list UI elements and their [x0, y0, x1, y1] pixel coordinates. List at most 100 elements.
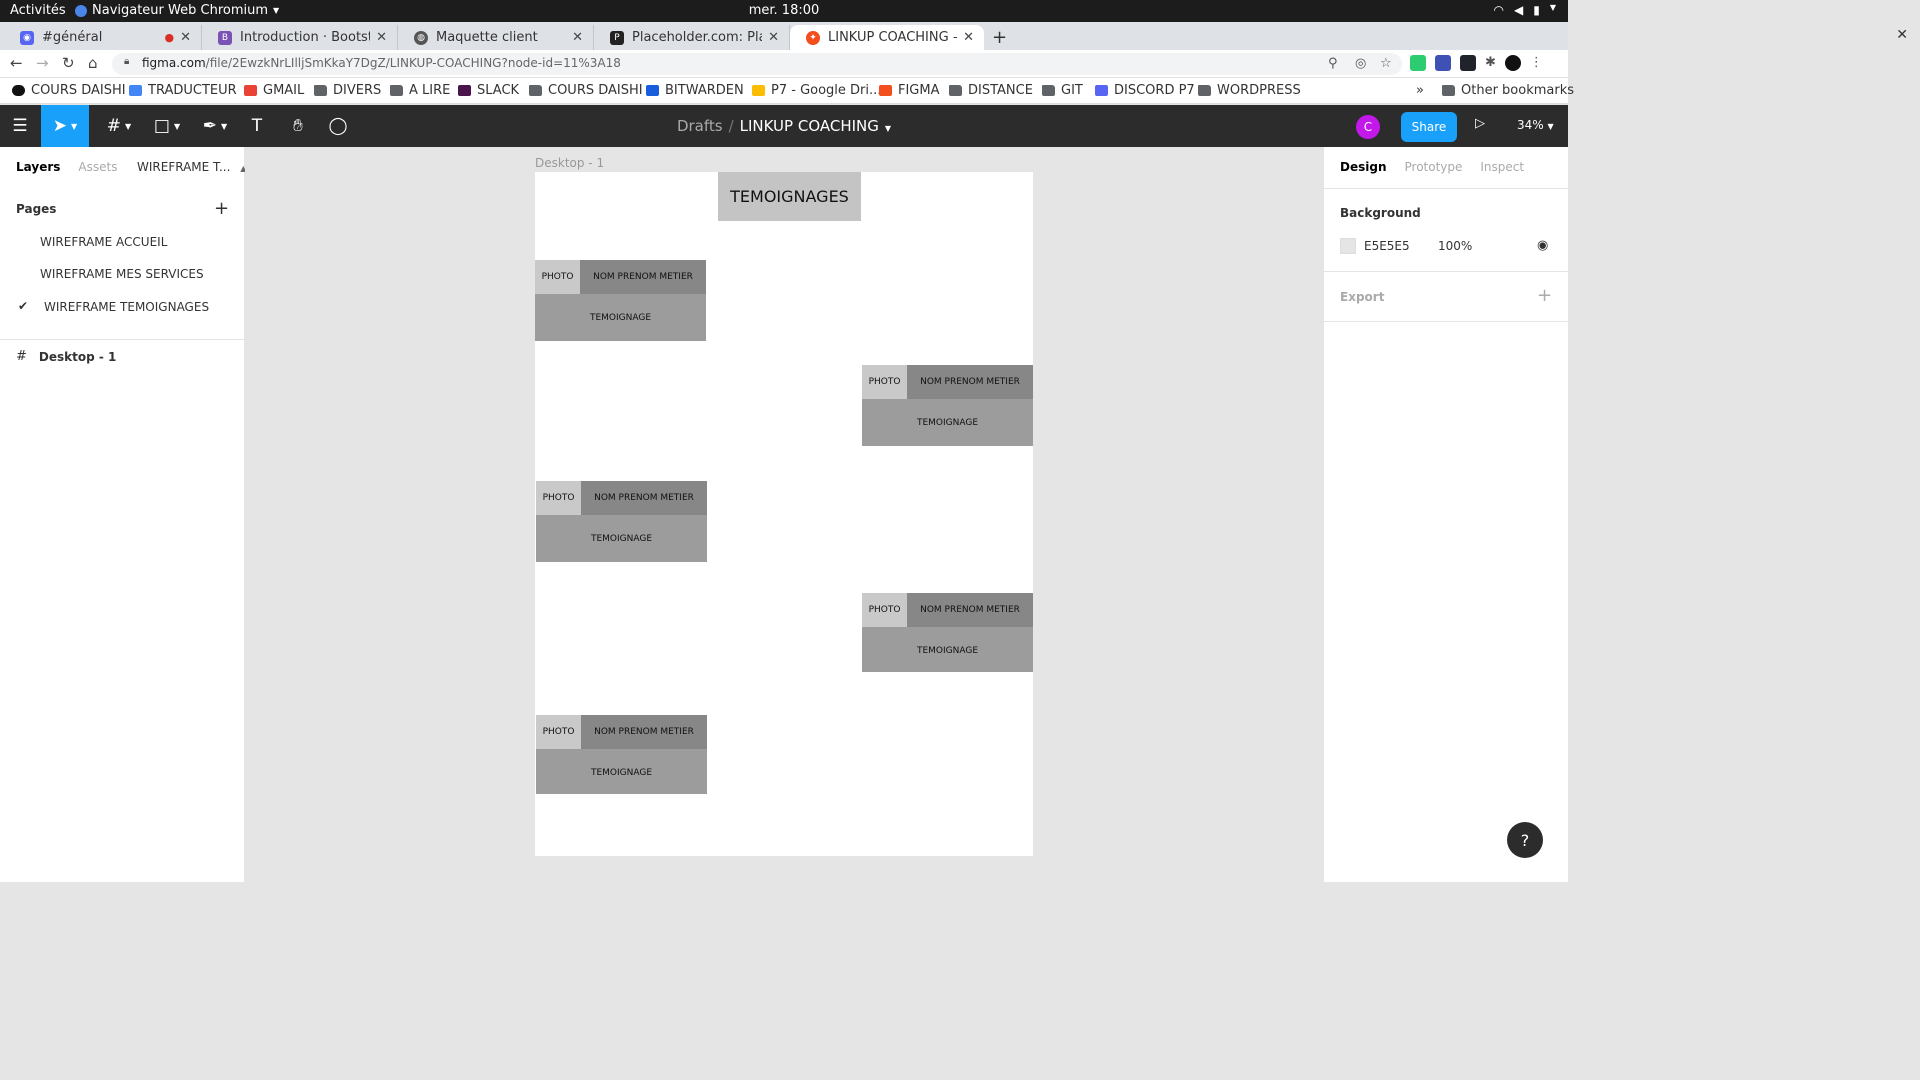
other-bookmarks[interactable]: Other bookmarks — [1442, 83, 1574, 98]
text-tool[interactable]: T — [239, 105, 275, 147]
photo-placeholder: PHOTO — [862, 593, 907, 627]
forward-arrow-icon[interactable]: → — [36, 54, 49, 72]
tab-bootstrap[interactable]: B Introduction · Bootstrap v4 ✕ — [202, 25, 398, 50]
canvas[interactable]: Desktop - 1 TEMOIGNAGES PHOTO NOM PRENOM… — [245, 147, 1323, 882]
new-tab-icon[interactable]: + — [992, 27, 1007, 48]
close-icon[interactable]: ✕ — [768, 30, 779, 45]
name-placeholder: NOM PRENOM METIER — [581, 481, 707, 515]
zoom-search-icon[interactable]: ⚲ — [1328, 56, 1338, 71]
bookmark-item[interactable]: BITWARDEN — [646, 83, 744, 98]
bookmark-item[interactable]: DIVERS — [314, 83, 381, 98]
zoom-level[interactable]: 34% ▼ — [1517, 118, 1554, 132]
tab-figma[interactable]: ✦ LINKUP COACHING – Figma ✕ — [790, 25, 984, 50]
layer-item[interactable]: # Desktop - 1 — [16, 349, 116, 364]
bookmark-item[interactable]: GIT — [1042, 83, 1083, 98]
bookmark-item[interactable]: P7 - Google Dri... — [752, 83, 881, 98]
main-menu-icon[interactable]: ☰ — [0, 105, 40, 147]
frame-label[interactable]: Desktop - 1 — [535, 156, 604, 170]
folder-icon — [1442, 85, 1455, 96]
chevron-down-icon: ▼ — [1549, 3, 1556, 12]
testimonial-card[interactable]: PHOTO NOM PRENOM METIER TEMOIGNAGE — [862, 593, 1033, 672]
avatar[interactable]: C — [1356, 115, 1380, 139]
bitwarden-icon — [646, 85, 659, 96]
testimonial-card[interactable]: PHOTO NOM PRENOM METIER TEMOIGNAGE — [862, 365, 1033, 446]
page-item[interactable]: WIREFRAME ACCUEIL — [40, 235, 167, 249]
extension-trello-icon[interactable] — [1435, 55, 1451, 71]
page-selector[interactable]: WIREFRAME T... ▲ — [137, 160, 246, 174]
bookmark-star-icon[interactable]: ☆ — [1380, 56, 1392, 71]
bookmark-item[interactable]: COURS DAISHI — [12, 83, 126, 98]
add-export-icon[interactable]: + — [1537, 285, 1552, 306]
close-icon[interactable]: ✕ — [180, 30, 191, 45]
bookmark-item[interactable]: FIGMA — [879, 83, 940, 98]
back-arrow-icon[interactable]: ← — [10, 54, 23, 72]
bookmark-item[interactable]: DISTANCE — [949, 83, 1033, 98]
desktop-frame[interactable]: TEMOIGNAGES PHOTO NOM PRENOM METIER TEMO… — [535, 172, 1033, 856]
background-heading: Background — [1340, 206, 1421, 220]
bookmark-item[interactable]: SLACK — [458, 83, 519, 98]
lock-icon: 🔒︎ — [124, 56, 130, 67]
tab-assets[interactable]: Assets — [78, 160, 117, 174]
tab-maquette[interactable]: ◍ Maquette client ✕ — [398, 25, 594, 50]
home-icon[interactable]: ⌂ — [88, 54, 98, 72]
puzzle-icon[interactable]: ✱ — [1485, 55, 1496, 71]
tab-discord[interactable]: ◉ #général ● ✕ — [4, 25, 202, 50]
extension-react-icon[interactable] — [1460, 55, 1476, 71]
extension-green-icon[interactable] — [1410, 55, 1426, 71]
testimonial-card[interactable]: PHOTO NOM PRENOM METIER TEMOIGNAGE — [536, 715, 707, 794]
close-icon[interactable]: ✕ — [963, 30, 974, 45]
bookmark-item[interactable]: GMAIL — [244, 83, 304, 98]
close-icon[interactable]: ✕ — [376, 30, 387, 45]
temoignages-title[interactable]: TEMOIGNAGES — [718, 172, 861, 221]
reload-icon[interactable]: ↻ — [62, 54, 75, 72]
page-item[interactable]: WIREFRAME MES SERVICES — [40, 267, 204, 281]
close-icon[interactable]: ✕ — [572, 30, 583, 45]
url-path: /file/2EwzkNrLIlljSmKkaY7DgZ/LINKUP-COAC… — [205, 56, 621, 70]
frame-tool[interactable]: # ▼ — [95, 105, 143, 147]
bookmark-item[interactable]: COURS DAISHI — [529, 83, 643, 98]
bootstrap-icon: B — [218, 30, 232, 45]
comment-tool[interactable]: ◯ — [320, 105, 356, 147]
bookmark-label: DISCORD P7 — [1114, 83, 1195, 98]
eye-icon[interactable]: ◉ — [1537, 238, 1548, 253]
pen-tool[interactable]: ✒ ▼ — [191, 105, 239, 147]
checkmark-icon: ✔ — [18, 299, 29, 313]
chevron-down-icon[interactable]: ▼ — [885, 124, 891, 133]
shape-tool[interactable]: □ ▼ — [143, 105, 191, 147]
bookmark-item[interactable]: WORDPRESS — [1198, 83, 1301, 98]
tab-design[interactable]: Design — [1340, 160, 1387, 174]
tab-layers[interactable]: Layers — [16, 160, 60, 174]
kebab-menu-icon[interactable]: ⋮ — [1530, 55, 1543, 71]
system-tray[interactable]: ◠ ◀ ▮ ▼ — [1494, 3, 1556, 17]
add-page-icon[interactable]: + — [214, 198, 229, 219]
url-field[interactable]: 🔒︎ figma.com/file/2EwzkNrLIlljSmKkaY7DgZ… — [112, 53, 1402, 75]
app-menu[interactable]: Navigateur Web Chromium ▼ — [75, 3, 279, 18]
bookmark-item[interactable]: DISCORD P7 — [1095, 83, 1195, 98]
page-item-active[interactable]: WIREFRAME TEMOIGNAGES — [44, 300, 209, 314]
move-tool[interactable]: ➤ ▼ — [41, 105, 89, 147]
testimonial-card[interactable]: PHOTO NOM PRENOM METIER TEMOIGNAGE — [535, 260, 706, 341]
activities-button[interactable]: Activités — [10, 3, 66, 18]
extensions: ✱ ⋮ — [1410, 55, 1543, 71]
window-close-icon[interactable]: ✕ — [1896, 27, 1908, 43]
bookmark-item[interactable]: TRADUCTEUR — [129, 83, 237, 98]
help-button[interactable]: ? — [1507, 822, 1543, 858]
bookmark-item[interactable]: A LIRE — [390, 83, 450, 98]
share-button[interactable]: Share — [1401, 112, 1457, 142]
profile-icon[interactable] — [1504, 55, 1521, 71]
file-name[interactable]: LINKUP COACHING — [740, 117, 879, 135]
hand-tool[interactable]: ✋︎ — [280, 105, 316, 147]
tab-placeholder[interactable]: P Placeholder.com: Placeholder ✕ — [594, 25, 790, 50]
background-opacity-field[interactable]: 100% — [1438, 239, 1472, 253]
testimonial-card[interactable]: PHOTO NOM PRENOM METIER TEMOIGNAGE — [536, 481, 707, 562]
tracking-hidden-icon[interactable]: ◎ — [1355, 56, 1366, 71]
present-play-icon[interactable]: ▷ — [1475, 116, 1485, 131]
background-swatch[interactable] — [1340, 238, 1356, 254]
tab-prototype[interactable]: Prototype — [1405, 160, 1463, 174]
breadcrumb-drafts[interactable]: Drafts — [677, 117, 723, 135]
testimonial-text: TEMOIGNAGE — [590, 767, 653, 778]
background-hex-field[interactable]: E5E5E5 — [1364, 239, 1410, 253]
more-bookmarks-button[interactable]: » — [1416, 83, 1424, 98]
tab-inspect[interactable]: Inspect — [1480, 160, 1524, 174]
folder-icon — [949, 85, 962, 96]
